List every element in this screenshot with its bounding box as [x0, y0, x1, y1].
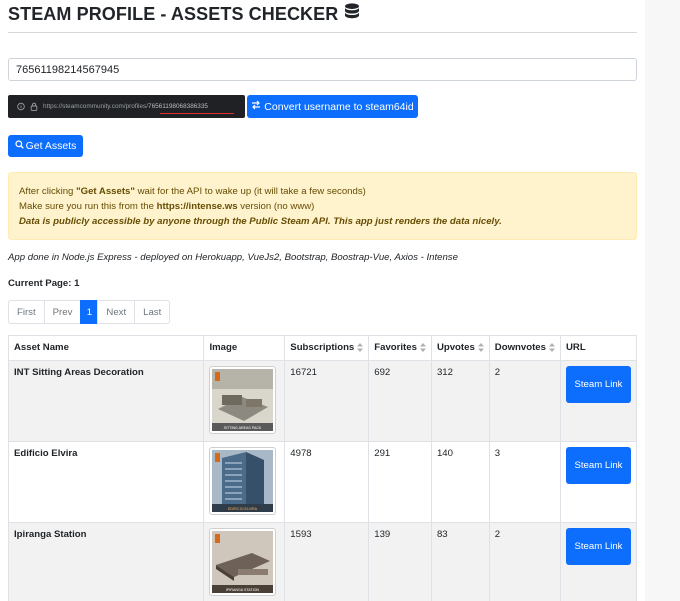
asset-thumbnail-image: IPIRANGA STATION	[212, 531, 274, 593]
thumb-caption: IPIRANGA STATION	[226, 588, 259, 592]
alert-line-1-pre: After clicking	[19, 186, 77, 197]
convert-username-button[interactable]: Convert username to steam64id	[247, 95, 418, 118]
alert-line-3: Data is publicly accessible by anyone th…	[19, 216, 502, 227]
database-icon	[344, 3, 360, 26]
asset-thumbnail-image: SITTING AREAS PACK	[212, 369, 274, 431]
steamid-input[interactable]	[8, 58, 637, 81]
alert-line-1: After clicking "Get Assets" wait for the…	[19, 184, 626, 199]
asset-image-cell: SITTING AREAS PACK	[203, 360, 286, 442]
asset-image-cell: IPIRANGA STATION	[203, 522, 286, 601]
subscriptions-cell: 4978	[284, 441, 370, 523]
pagination-page-1[interactable]: 1	[80, 300, 99, 324]
subscriptions-cell: 1593	[284, 522, 370, 601]
page-title: STEAM PROFILE - ASSETS CHECKER	[8, 3, 360, 26]
browser-url-id: 76561198068386335	[148, 103, 208, 110]
app-credits: App done in Node.js Express - deployed o…	[8, 252, 458, 263]
get-assets-button[interactable]: Get Assets	[8, 135, 83, 157]
lock-icon	[30, 102, 38, 111]
url-cell: Steam Link	[559, 360, 638, 442]
column-header-url: URL	[559, 335, 638, 361]
column-header-url-label: URL	[565, 342, 586, 353]
column-header-subscriptions[interactable]: Subscriptions	[284, 335, 370, 361]
alert-line-2-pre: Make sure you run this from the	[19, 201, 157, 212]
page-title-text: STEAM PROFILE - ASSETS CHECKER	[8, 4, 339, 24]
steam-link-button[interactable]: Steam Link	[565, 447, 631, 484]
pagination-prev[interactable]: Prev	[43, 300, 82, 324]
downvotes-cell: 3	[488, 441, 561, 523]
alert-line-2-post: version (no www)	[237, 201, 315, 212]
table-row: Edificio Elvira EDIFICIO ELVIRA 4978 291…	[7, 441, 638, 523]
page-container: STEAM PROFILE - ASSETS CHECKER https://s…	[0, 0, 645, 601]
upvotes-cell: 83	[430, 522, 490, 601]
pagination-next[interactable]: Next	[97, 300, 136, 324]
favorites-cell: 692	[368, 360, 432, 442]
browser-url-example: https://steamcommunity.com/profiles/7656…	[8, 95, 245, 118]
column-header-image-label: Image	[209, 342, 238, 353]
upvotes-cell: 312	[430, 360, 490, 442]
column-header-upvotes-label: Upvotes	[436, 342, 475, 353]
sort-icon	[477, 342, 484, 352]
get-assets-label: Get Assets	[25, 140, 77, 152]
search-icon	[15, 140, 24, 152]
asset-thumbnail[interactable]: SITTING AREAS PACK	[209, 366, 277, 434]
pagination: First Prev 1 Next Last	[8, 300, 171, 324]
table-header-row: Asset Name Image Subscriptions Favorites…	[7, 335, 638, 361]
column-header-downvotes-label: Downvotes	[494, 342, 546, 353]
column-header-asset-name: Asset Name	[7, 335, 205, 361]
sort-icon	[548, 342, 555, 352]
url-id-underline	[160, 113, 234, 114]
column-header-downvotes[interactable]: Downvotes	[488, 335, 561, 361]
upvotes-cell: 140	[430, 441, 490, 523]
browser-url-text: https://steamcommunity.com/profiles/7656…	[43, 103, 208, 110]
alert-line-2: Make sure you run this from the https://…	[19, 199, 626, 214]
browser-url-prefix: https://steamcommunity.com/profiles/	[43, 103, 149, 110]
sort-icon	[357, 342, 364, 352]
asset-thumbnail[interactable]: EDIFICIO ELVIRA	[209, 447, 277, 515]
asset-thumbnail[interactable]: IPIRANGA STATION	[209, 528, 277, 596]
info-icon	[17, 102, 25, 111]
column-header-asset-name-label: Asset Name	[14, 342, 69, 353]
thumb-caption: EDIFICIO ELVIRA	[228, 507, 258, 511]
table-row: Ipiranga Station IPIRANGA STATION 1593 1…	[7, 522, 638, 601]
alert-line-2-bold: https://intense.ws	[156, 201, 238, 212]
info-alert: After clicking "Get Assets" wait for the…	[8, 172, 637, 240]
url-cell: Steam Link	[559, 522, 638, 601]
alert-line-1-bold: "Get Assets"	[76, 186, 135, 197]
asset-name-cell: Edificio Elvira	[7, 441, 205, 523]
downvotes-cell: 2	[488, 360, 561, 442]
asset-thumbnail-image: EDIFICIO ELVIRA	[212, 450, 274, 512]
steam-link-button[interactable]: Steam Link	[565, 366, 631, 403]
exchange-arrows-icon	[251, 100, 261, 113]
downvotes-cell: 2	[488, 522, 561, 601]
title-divider	[8, 32, 637, 33]
column-header-upvotes[interactable]: Upvotes	[430, 335, 490, 361]
sort-icon	[419, 342, 426, 352]
current-page-label: Current Page: 1	[8, 278, 80, 289]
pagination-last[interactable]: Last	[134, 300, 171, 324]
thumb-caption: SITTING AREAS PACK	[224, 426, 262, 430]
column-header-image: Image	[203, 335, 286, 361]
url-cell: Steam Link	[559, 441, 638, 523]
column-header-favorites[interactable]: Favorites	[368, 335, 432, 361]
subscriptions-cell: 16721	[284, 360, 370, 442]
convert-username-label: Convert username to steam64id	[264, 100, 414, 113]
asset-name-cell: Ipiranga Station	[7, 522, 205, 601]
column-header-subscriptions-label: Subscriptions	[290, 342, 355, 353]
favorites-cell: 291	[368, 441, 432, 523]
pagination-first[interactable]: First	[8, 300, 45, 324]
assets-table: Asset Name Image Subscriptions Favorites…	[7, 335, 638, 601]
table-row: INT Sitting Areas Decoration SITTING ARE…	[7, 360, 638, 442]
column-header-favorites-label: Favorites	[374, 342, 417, 353]
steam-link-button[interactable]: Steam Link	[565, 528, 631, 565]
asset-name-cell: INT Sitting Areas Decoration	[7, 360, 205, 442]
alert-line-1-post: wait for the API to wake up (it will tak…	[134, 186, 366, 197]
favorites-cell: 139	[368, 522, 432, 601]
asset-image-cell: EDIFICIO ELVIRA	[203, 441, 286, 523]
